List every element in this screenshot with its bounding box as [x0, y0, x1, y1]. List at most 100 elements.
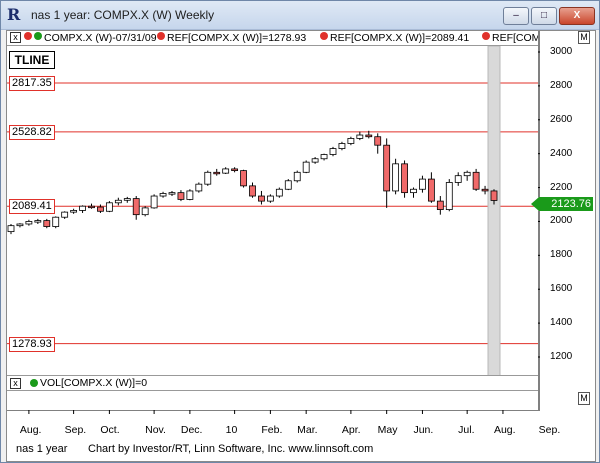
- volume-close-box[interactable]: x: [10, 378, 21, 389]
- candle-10: [97, 204, 104, 213]
- x-tick-6: Feb.: [261, 424, 283, 436]
- legend-menu-box[interactable]: M: [578, 31, 590, 44]
- x-tick-13: Sep.: [538, 424, 561, 436]
- maximize-button[interactable]: □: [531, 7, 557, 25]
- x-tick-3: Nov.: [145, 424, 166, 436]
- legend-ref-3[interactable]: REF[COMPX.X (W)]: [492, 32, 538, 44]
- time-axis: [7, 410, 538, 414]
- reference-label-1278.93[interactable]: 1278.93: [9, 336, 55, 352]
- x-tick-8: Apr.: [341, 424, 361, 436]
- reference-label-2528.82[interactable]: 2528.82: [9, 124, 55, 140]
- y-tick-2400: 2400: [550, 147, 573, 159]
- candle-46: [419, 175, 426, 193]
- candle-34: [311, 157, 319, 164]
- candle-48: [436, 196, 444, 215]
- legend-dot-ref-2: [320, 32, 328, 40]
- candle-32: [293, 170, 301, 183]
- candle-11: [105, 201, 113, 213]
- y-tick-1200: 1200: [550, 351, 573, 362]
- volume-legend-text[interactable]: VOL[COMPX.X (W)]=0: [40, 377, 147, 389]
- maximize-icon: □: [540, 10, 548, 21]
- status-bar: nas 1 year Chart by Investor/RT, Linn So…: [0, 440, 598, 460]
- x-tick-4: Dec.: [180, 424, 203, 436]
- candle-26: [240, 169, 247, 188]
- legend-ref-2089[interactable]: REF[COMPX.X (W)]=2089.41: [330, 32, 469, 44]
- candle-53: [481, 185, 489, 195]
- x-tick-7: Mar.: [297, 424, 318, 436]
- last-price-arrow-icon: [531, 197, 539, 211]
- candle-3: [34, 218, 42, 224]
- candle-0: [7, 223, 15, 235]
- candle-23: [213, 168, 221, 176]
- legend-series-compx[interactable]: COMPX.X (W)-07/31/09: [44, 32, 157, 44]
- candle-45: [410, 187, 417, 198]
- right-axis-line: [538, 31, 540, 411]
- title-bar[interactable]: R nas 1 year: COMPX.X (W) Weekly – □ X: [1, 1, 599, 30]
- candle-14: [132, 196, 140, 220]
- minimize-button[interactable]: –: [503, 7, 529, 25]
- candle-42: [383, 138, 391, 208]
- candle-33: [302, 160, 310, 174]
- close-icon: X: [573, 10, 581, 21]
- x-tick-5: 10: [225, 424, 238, 436]
- candle-22: [204, 170, 212, 186]
- reference-label-2089.41[interactable]: 2089.41: [9, 199, 55, 215]
- y-tick-2200: 2200: [550, 181, 573, 193]
- candle-2: [25, 219, 33, 226]
- legend-ref-1278[interactable]: REF[COMPX.X (W)]=1278.93: [167, 32, 306, 44]
- candle-44: [401, 160, 408, 198]
- candle-12: [114, 197, 122, 206]
- candle-21: [195, 182, 203, 193]
- candle-18: [168, 190, 176, 197]
- volume-dot-icon: [30, 379, 38, 387]
- candlesticks: [7, 130, 498, 235]
- volume-legend[interactable]: x VOL[COMPX.X (W)]=0: [7, 375, 538, 391]
- y-tick-1400: 1400: [550, 317, 573, 329]
- candle-27: [249, 182, 256, 198]
- y-tick-2600: 2600: [550, 113, 573, 125]
- candle-15: [141, 206, 149, 217]
- candle-8: [79, 205, 86, 213]
- x-tick-0: Aug.: [19, 424, 42, 436]
- candle-31: [284, 179, 292, 191]
- candle-37: [338, 141, 346, 151]
- x-tick-12: Aug.: [493, 424, 516, 436]
- y-tick-2000: 2000: [550, 215, 573, 227]
- reference-label-2817.35[interactable]: 2817.35: [9, 75, 55, 91]
- candle-13: [123, 196, 131, 203]
- reference-lines: [7, 82, 538, 345]
- chart-legend[interactable]: x COMPX.X (W)-07/31/09 REF[COMPX.X (W)]=…: [7, 31, 538, 46]
- candle-9: [88, 203, 95, 209]
- y-tick-1800: 1800: [550, 249, 573, 261]
- candle-28: [258, 190, 265, 205]
- candle-47: [427, 172, 435, 203]
- candle-35: [320, 153, 328, 161]
- price-chart[interactable]: [7, 46, 538, 375]
- minimize-icon: –: [513, 10, 519, 21]
- candle-39: [356, 131, 364, 141]
- candle-36: [329, 146, 337, 157]
- candle-24: [222, 167, 230, 174]
- candle-25: [231, 167, 239, 173]
- x-tick-11: Jul.: [458, 424, 475, 436]
- status-chart-name: nas 1 year: [16, 443, 68, 455]
- x-tick-2: Oct.: [100, 424, 120, 436]
- y-tick-3000: 3000: [550, 46, 573, 57]
- tline-label[interactable]: TLINE: [9, 51, 55, 69]
- candle-49: [445, 179, 453, 212]
- legend-close-box[interactable]: x: [10, 32, 21, 43]
- candle-51: [463, 170, 471, 181]
- candle-6: [61, 211, 69, 219]
- candle-29: [266, 194, 274, 203]
- candle-50: [454, 172, 462, 186]
- last-price-marker: 2123.76: [539, 197, 593, 211]
- close-button[interactable]: X: [559, 7, 595, 25]
- legend-dot-red: [24, 32, 32, 40]
- candle-30: [275, 187, 283, 198]
- volume-menu-box[interactable]: M: [578, 392, 590, 405]
- x-tick-1: Sep.: [64, 424, 87, 436]
- legend-dot-ref-1: [157, 32, 165, 40]
- legend-dot-ref-3: [482, 32, 490, 40]
- candle-1: [16, 223, 24, 228]
- candle-5: [52, 216, 60, 229]
